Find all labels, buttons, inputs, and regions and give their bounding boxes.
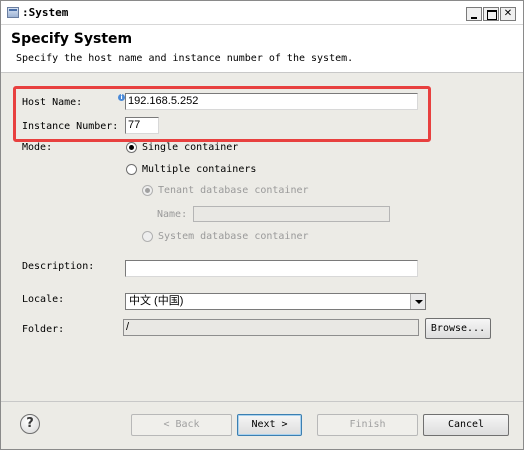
system-db-label: System database container (158, 231, 309, 242)
radio-checked-icon (126, 142, 137, 153)
title-bar: :System (1, 1, 523, 25)
mode-label: Mode: (22, 142, 53, 153)
radio-disabled-checked-icon (142, 185, 153, 196)
system-dialog: :System Specify System Specify the host … (0, 0, 524, 450)
mode-multiple-label: Multiple containers (142, 164, 257, 175)
finish-button[interactable]: Finish (317, 414, 418, 436)
db-name-input[interactable] (193, 206, 390, 222)
radio-unchecked-icon (126, 164, 137, 175)
next-button[interactable]: Next > (237, 414, 302, 436)
window-title: :System (22, 6, 69, 19)
folder-label: Folder: (22, 324, 65, 335)
description-label: Description: (22, 261, 95, 272)
page-title: Specify System (11, 31, 133, 47)
cancel-button[interactable]: Cancel (423, 414, 509, 436)
locale-value: 中文 (中国) (129, 295, 184, 307)
browse-button[interactable]: Browse... (425, 318, 491, 339)
page-description: Specify the host name and instance numbe… (16, 53, 354, 64)
window-app-icon (7, 7, 19, 18)
header-banner: Specify System Specify the host name and… (1, 25, 523, 73)
minimize-button[interactable] (466, 7, 482, 21)
back-button[interactable]: < Back (131, 414, 232, 436)
footer-separator (1, 401, 523, 402)
chevron-down-icon[interactable] (410, 294, 425, 309)
description-input[interactable] (125, 260, 418, 277)
host-name-label: Host Name: (22, 97, 83, 108)
tenant-db-label: Tenant database container (158, 185, 309, 196)
instance-number-label: Instance Number: (22, 121, 119, 132)
locale-label: Locale: (22, 294, 65, 305)
mode-single-label: Single container (142, 142, 239, 153)
close-button[interactable] (500, 7, 516, 21)
instance-number-input[interactable]: 77 (125, 117, 159, 134)
folder-input[interactable]: / (123, 319, 419, 336)
help-icon[interactable]: ? (20, 414, 40, 434)
db-name-label: Name: (157, 209, 188, 220)
host-name-input[interactable]: 192.168.5.252 (125, 93, 418, 110)
locale-select[interactable]: 中文 (中国) (125, 293, 426, 310)
maximize-button[interactable] (483, 7, 499, 21)
radio-disabled-icon (142, 231, 153, 242)
info-icon: i (118, 94, 125, 101)
